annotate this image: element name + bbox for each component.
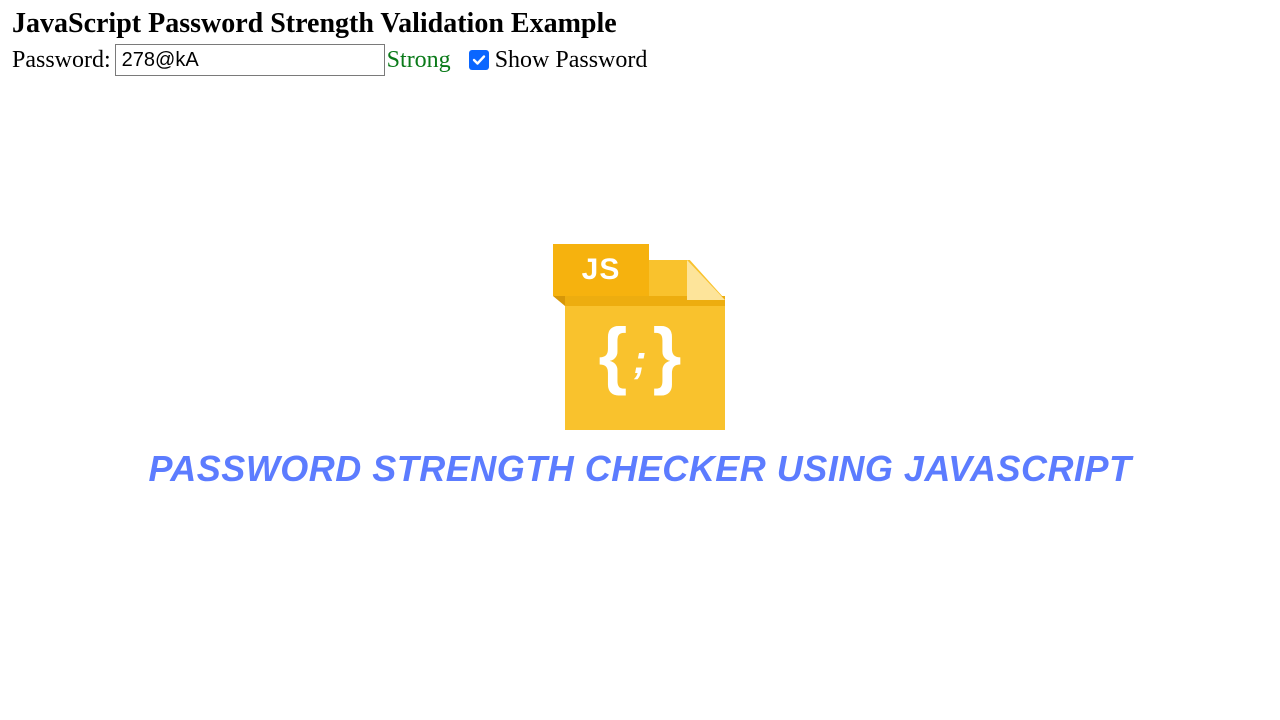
semicolon: ; (633, 340, 646, 380)
password-label: Password: (12, 47, 111, 74)
password-row: Password: Strong Show Password (12, 44, 1268, 76)
show-password-label: Show Password (495, 47, 648, 74)
show-password-control[interactable]: Show Password (469, 47, 648, 74)
js-tag-label: JS (582, 253, 621, 287)
js-tag: JS (553, 244, 649, 296)
js-file-icon: JS { ; } (555, 230, 725, 430)
strength-indicator: Strong (387, 47, 451, 74)
show-password-checkbox[interactable] (469, 50, 489, 70)
password-input[interactable] (115, 44, 385, 76)
hero-title: PASSWORD STRENGTH CHECKER USING JAVASCRI… (0, 448, 1280, 490)
code-braces-icon: { ; } (599, 318, 682, 392)
hero-section: JS { ; } PASSWORD STRENGTH CHECKER USING… (0, 230, 1280, 490)
brace-left: { (599, 318, 628, 392)
check-icon (472, 53, 486, 67)
brace-right: } (653, 318, 682, 392)
page-heading: JavaScript Password Strength Validation … (12, 8, 1268, 40)
